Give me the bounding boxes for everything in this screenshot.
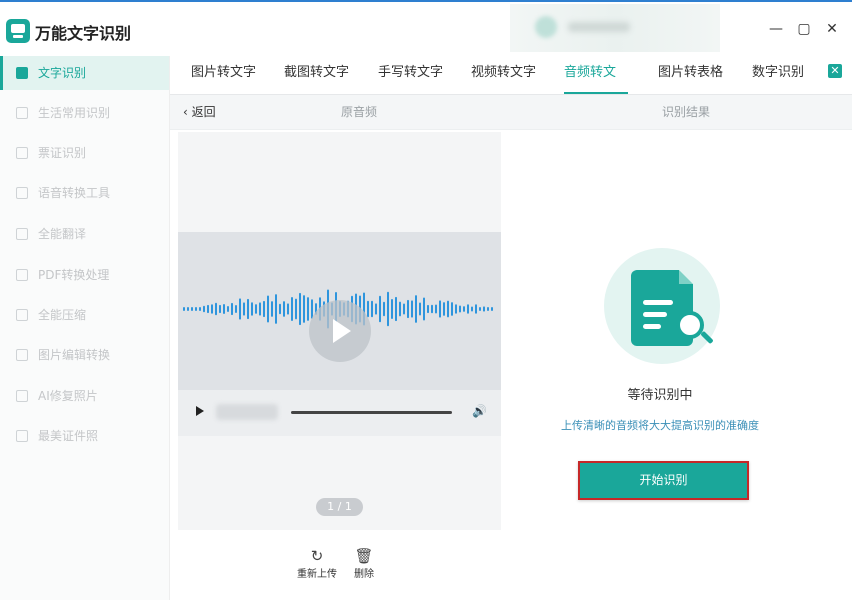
doc-line [643, 324, 661, 329]
page-indicator: 1 / 1 [316, 498, 363, 516]
magnifier-icon [676, 311, 704, 339]
sidebar-item-ai-photo-repair[interactable]: AI修复照片 [0, 379, 169, 413]
tab-video-to-text[interactable]: 视频转文字 [471, 56, 536, 94]
original-audio-label: 原音频 [341, 105, 378, 119]
tab-number-recognition[interactable]: 数字识别 [752, 56, 804, 94]
start-recognition-button[interactable]: 开始识别 [578, 461, 749, 500]
sidebar-item-compress[interactable]: 全能压缩 [0, 298, 169, 332]
play-icon [333, 319, 351, 343]
translate-icon [16, 228, 28, 240]
image-icon [16, 349, 28, 361]
sidebar-item-pdf[interactable]: PDF转换处理 [0, 258, 169, 292]
doc-line [643, 300, 673, 305]
sidebar-item-ticket-recognition[interactable]: 票证识别 [0, 136, 169, 170]
id-photo-icon [16, 430, 28, 442]
volume-icon[interactable]: 🔊 [472, 404, 487, 418]
back-button[interactable]: ‹ 返回 [183, 103, 216, 120]
tab-audio-to-text[interactable]: 音频转文字 [564, 56, 628, 114]
reupload-button[interactable]: ↻ 重新上传 [297, 547, 337, 580]
time-display [216, 404, 278, 420]
sidebar-item-text-recognition[interactable]: 文字识别 [0, 56, 169, 90]
avatar[interactable] [535, 16, 557, 38]
delete-button[interactable]: 🗑 删除 [348, 547, 380, 580]
compress-icon [16, 309, 28, 321]
pdf-icon [16, 269, 28, 281]
app-title: 万能文字识别 [35, 24, 132, 43]
sidebar-item-label: 全能压缩 [38, 308, 87, 322]
document-fold [679, 270, 693, 284]
tabs-scroll-icon[interactable]: ✕ [828, 64, 842, 78]
ticket-icon [16, 147, 28, 159]
tab-image-to-text[interactable]: 图片转文字 [191, 56, 256, 94]
account-name-blurred [568, 22, 630, 32]
app-logo-icon [6, 19, 30, 43]
sidebar-item-label: 最美证件照 [38, 429, 99, 443]
voice-icon [16, 187, 28, 199]
sidebar-item-label: 语音转换工具 [38, 186, 111, 200]
progress-bar[interactable] [291, 411, 452, 414]
play-button[interactable] [196, 406, 204, 416]
minimize-button[interactable]: — [767, 20, 785, 38]
result-label: 识别结果 [662, 105, 711, 119]
close-button[interactable]: ✕ [823, 20, 841, 38]
trash-icon: 🗑 [354, 547, 374, 565]
sidebar-item-label: PDF转换处理 [38, 268, 110, 282]
hint-text: 上传清晰的音频将大大提高识别的准确度 [561, 419, 759, 432]
status-text: 等待识别中 [627, 388, 693, 403]
sidebar-item-label: 图片编辑转换 [38, 348, 111, 362]
photo-icon [16, 390, 28, 402]
subheader [170, 95, 852, 130]
sidebar-item-translate[interactable]: 全能翻译 [0, 217, 169, 251]
delete-label: 删除 [354, 569, 374, 580]
tab-screenshot-to-text[interactable]: 截图转文字 [284, 56, 349, 94]
sidebar-item-label: 全能翻译 [38, 227, 87, 241]
sidebar-item-id-photo[interactable]: 最美证件照 [0, 419, 169, 453]
doc-line [643, 312, 667, 317]
maximize-button[interactable]: ▢ [795, 20, 813, 38]
sidebar-item-voice-tools[interactable]: 语音转换工具 [0, 176, 169, 210]
sidebar-item-label: 票证识别 [38, 146, 87, 160]
sidebar-item-label: AI修复照片 [38, 389, 98, 403]
sidebar: 文字识别 生活常用识别 票证识别 语音转换工具 全能翻译 PDF转换处理 全能压… [0, 56, 170, 600]
sidebar-item-label: 生活常用识别 [38, 106, 111, 120]
tab-image-to-table[interactable]: 图片转表格 [658, 56, 723, 94]
sidebar-item-life-recognition[interactable]: 生活常用识别 [0, 96, 169, 130]
scan-icon [16, 67, 28, 79]
reupload-label: 重新上传 [297, 569, 337, 580]
tab-handwriting-to-text[interactable]: 手写转文字 [378, 56, 443, 94]
feature-tabs: 图片转文字 截图转文字 手写转文字 视频转文字 音频转文字 图片转表格 数字识别 [170, 56, 852, 114]
sidebar-item-label: 文字识别 [38, 66, 87, 80]
sidebar-item-image-edit[interactable]: 图片编辑转换 [0, 338, 169, 372]
scan-icon [16, 107, 28, 119]
refresh-icon: ↻ [310, 547, 324, 565]
title-bar: 万能文字识别 — ▢ ✕ [0, 2, 852, 56]
